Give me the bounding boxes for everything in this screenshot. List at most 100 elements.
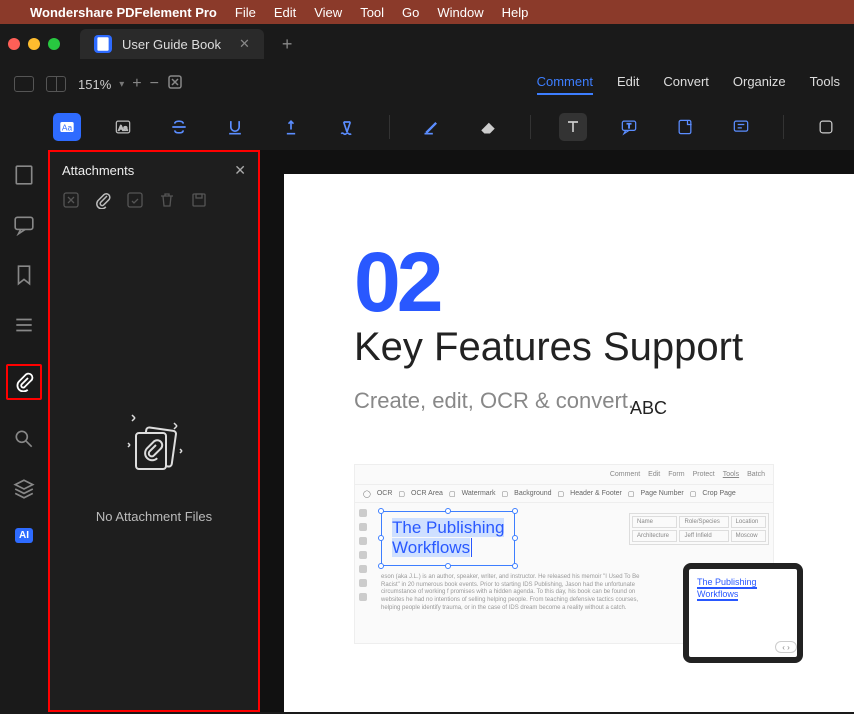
mode-edit[interactable]: Edit	[617, 74, 639, 95]
highlighter-tool[interactable]	[418, 113, 446, 141]
empty-state-text: No Attachment Files	[96, 509, 212, 524]
underline-tool[interactable]	[221, 113, 249, 141]
callout-tool[interactable]: T	[615, 113, 643, 141]
panel-toolbar	[62, 191, 246, 209]
tab-bar: User Guide Book ✕ +	[0, 24, 854, 64]
shapes-tool[interactable]	[812, 113, 840, 141]
attachments-icon[interactable]	[6, 364, 42, 400]
add-attachment-icon[interactable]	[94, 191, 112, 209]
fields-icon[interactable]	[13, 314, 35, 336]
selection-box: The PublishingWorkflows	[381, 511, 515, 566]
inner-sidebar	[355, 503, 373, 621]
tablet-mockup: The Publishing Workflows ‹ ›	[683, 563, 803, 663]
comments-icon[interactable]	[13, 214, 35, 236]
search-icon[interactable]	[13, 428, 35, 450]
ai-badge[interactable]: AI	[15, 528, 33, 543]
close-tab-icon[interactable]: ✕	[239, 36, 250, 52]
svg-text:Aa: Aa	[118, 123, 128, 132]
caret-tool[interactable]	[277, 113, 305, 141]
inner-tool: Crop Page	[702, 490, 735, 497]
control-bar: 151% ▾ + − Comment Edit Convert Organize…	[0, 64, 854, 104]
mode-tools[interactable]: Tools	[810, 74, 840, 95]
page-number-graphic: 02	[354, 234, 804, 331]
mode-organize[interactable]: Organize	[733, 74, 786, 95]
inner-tool: Header & Footer	[570, 490, 622, 497]
new-tab-button[interactable]: +	[282, 34, 293, 55]
document-viewport[interactable]: 02 ABC Key Features Support Create, edit…	[260, 150, 854, 712]
menu-window[interactable]: Window	[437, 5, 483, 20]
toolbar-divider	[783, 115, 784, 139]
toolbar-divider	[530, 115, 531, 139]
delete-attachment-icon[interactable]	[158, 191, 176, 209]
svg-text:Aa: Aa	[62, 122, 73, 132]
fit-screen-button[interactable]	[167, 74, 183, 95]
svg-text:T: T	[627, 123, 631, 130]
menu-help[interactable]: Help	[502, 5, 529, 20]
menu-edit[interactable]: Edit	[274, 5, 296, 20]
abc-annotation[interactable]: ABC	[630, 398, 667, 419]
inner-tool: OCR Area	[411, 490, 443, 497]
inner-body-text: eson (aka J.L.) is an author, speaker, w…	[381, 574, 641, 613]
document-tab[interactable]: User Guide Book ✕	[80, 29, 264, 59]
note-tool[interactable]	[671, 113, 699, 141]
left-sidebar: AI	[0, 150, 48, 712]
new-attachment-icon[interactable]	[62, 191, 80, 209]
zoom-control: 151% ▾ + −	[78, 74, 183, 95]
text-comment-tool[interactable]	[727, 113, 755, 141]
zoom-in-button[interactable]: +	[132, 75, 141, 93]
zoom-out-button[interactable]: −	[150, 75, 159, 93]
page-heading: Key Features Support	[354, 325, 804, 370]
layers-icon[interactable]	[13, 478, 35, 500]
split-view-button[interactable]	[46, 76, 66, 92]
squiggly-tool[interactable]	[333, 113, 361, 141]
text-box-tool[interactable]: ✦	[559, 113, 587, 141]
inner-mode: Tools	[723, 471, 739, 478]
zoom-value[interactable]: 151%	[78, 77, 111, 92]
page-subtitle: Create, edit, OCR & convert.	[354, 388, 804, 414]
inner-headline-1: The Publishing	[392, 518, 504, 537]
inner-mode: Edit	[648, 471, 660, 478]
maximize-window-button[interactable]	[48, 38, 60, 50]
menu-view[interactable]: View	[314, 5, 342, 20]
menu-go[interactable]: Go	[402, 5, 419, 20]
bookmarks-icon[interactable]	[13, 264, 35, 286]
empty-attachments-icon	[114, 405, 194, 485]
tablet-headline-1: The Publishing	[697, 577, 757, 589]
area-highlight-tool[interactable]: Aa	[109, 113, 137, 141]
inner-tool: Background	[514, 490, 551, 497]
inner-mode: Batch	[747, 471, 765, 478]
scroll-indicator-icon: ‹ ›	[775, 641, 797, 653]
inner-tool: Page Number	[641, 490, 684, 497]
save-attachment-icon[interactable]	[190, 191, 208, 209]
panel-close-icon[interactable]: ✕	[234, 162, 246, 179]
strikethrough-tool[interactable]	[165, 113, 193, 141]
embedded-screenshot: Comment Edit Form Protect Tools Batch ◯O…	[354, 464, 774, 644]
attachments-panel: Attachments ✕ No Attachment Files	[48, 150, 260, 712]
window-controls	[8, 38, 60, 50]
mode-convert[interactable]: Convert	[663, 74, 709, 95]
zoom-dropdown-icon[interactable]: ▾	[119, 79, 124, 90]
inner-meta-table: NameRole/SpeciesLocation ArchitectureJef…	[629, 513, 769, 545]
menu-file[interactable]: File	[235, 5, 256, 20]
menu-tool[interactable]: Tool	[360, 5, 384, 20]
eraser-tool[interactable]	[474, 113, 502, 141]
inner-mode: Form	[668, 471, 684, 478]
mode-comment[interactable]: Comment	[537, 74, 593, 95]
tab-title: User Guide Book	[122, 37, 221, 52]
pdf-page: 02 ABC Key Features Support Create, edit…	[284, 174, 854, 712]
app-name[interactable]: Wondershare PDFelement Pro	[30, 5, 217, 20]
macos-menubar: Wondershare PDFelement Pro File Edit Vie…	[0, 0, 854, 24]
close-window-button[interactable]	[8, 38, 20, 50]
inner-tool: OCR	[377, 490, 393, 497]
inner-headline-2: Workflows	[392, 538, 470, 557]
sidebar-toggle-button[interactable]	[14, 76, 34, 92]
thumbnails-icon[interactable]	[13, 164, 35, 186]
text-highlight-tool[interactable]: Aa	[53, 113, 81, 141]
panel-title: Attachments	[62, 163, 134, 178]
edit-attachment-icon[interactable]	[126, 191, 144, 209]
empty-state: No Attachment Files	[62, 229, 246, 700]
workspace: AI Attachments ✕ No Attachment Files	[0, 150, 854, 712]
minimize-window-button[interactable]	[28, 38, 40, 50]
toolbar-divider	[389, 115, 390, 139]
inner-tool: Watermark	[462, 490, 496, 497]
